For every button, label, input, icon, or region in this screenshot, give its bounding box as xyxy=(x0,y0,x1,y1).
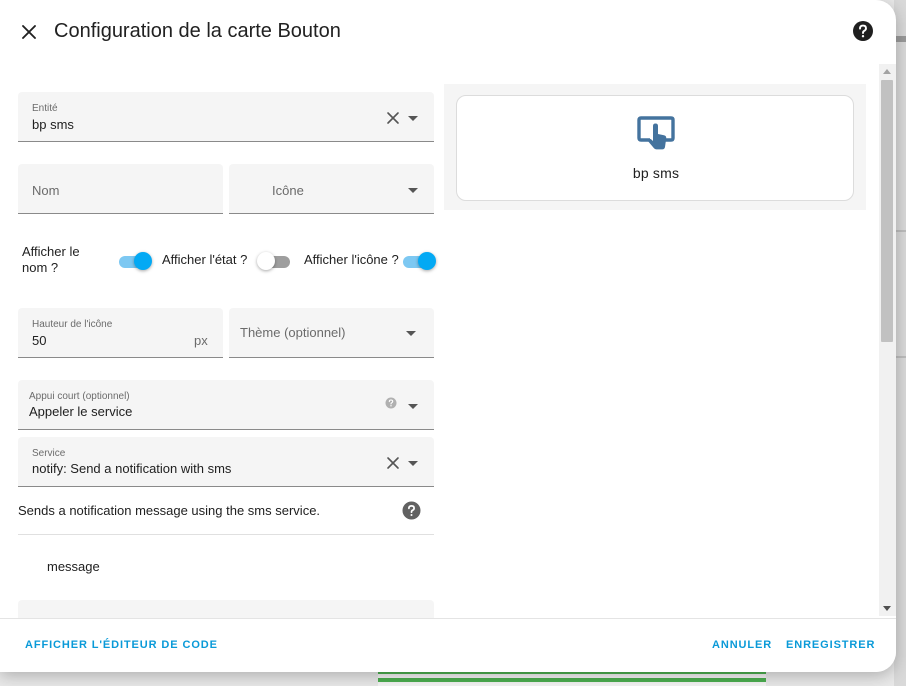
tap-action-value: Appeler le service xyxy=(29,404,133,419)
service-label: Service xyxy=(32,448,66,459)
scrollbar-thumb[interactable] xyxy=(881,80,893,342)
show-state-label: Afficher l'état ? xyxy=(162,252,248,267)
dialog-content[interactable]: Entité bp sms Nom Icône Afficher le nom … xyxy=(0,62,896,618)
icon-height-value: 50 xyxy=(32,333,47,348)
entity-picker[interactable]: Entité bp sms xyxy=(18,92,434,142)
message-field[interactable] xyxy=(18,600,434,618)
close-icon xyxy=(22,25,36,39)
theme-placeholder: Thème (optionnel) xyxy=(240,325,346,340)
show-name-toggle[interactable] xyxy=(116,251,152,271)
chevron-down-icon[interactable] xyxy=(406,331,416,336)
entity-label: Entité xyxy=(32,103,58,114)
cancel-button[interactable]: ANNULER xyxy=(712,639,772,651)
chevron-down-icon[interactable] xyxy=(408,404,418,409)
save-button[interactable]: ENREGISTRER xyxy=(786,639,875,651)
background-progress xyxy=(378,670,766,686)
dialog-footer: AFFICHER L'ÉDITEUR DE CODE ANNULER ENREG… xyxy=(0,618,896,672)
tap-action-select[interactable]: Appui court (optionnel) Appeler le servi… xyxy=(18,380,434,430)
card-preview: bp sms xyxy=(444,84,866,210)
button-card-name: bp sms xyxy=(632,165,680,181)
help-circle-icon[interactable] xyxy=(385,397,397,409)
card-config-dialog: Configuration de la carte Bouton Entité … xyxy=(0,0,896,672)
close-button[interactable] xyxy=(14,17,44,47)
show-icon-label: Afficher l'icône ? xyxy=(304,252,399,267)
show-code-editor-button[interactable]: AFFICHER L'ÉDITEUR DE CODE xyxy=(25,639,218,651)
service-value: notify: Send a notification with sms xyxy=(32,461,232,476)
clear-icon[interactable] xyxy=(386,111,400,125)
message-param-label: message xyxy=(47,559,100,574)
button-card[interactable]: bp sms xyxy=(456,95,854,201)
service-picker[interactable]: Service notify: Send a notification with… xyxy=(18,437,434,487)
icon-placeholder: Icône xyxy=(272,183,304,198)
divider xyxy=(18,534,434,535)
scroll-up-icon[interactable] xyxy=(883,69,891,74)
show-icon-toggle[interactable] xyxy=(400,251,436,271)
gesture-tap-button-icon xyxy=(637,116,675,150)
icon-height-label: Hauteur de l'icône xyxy=(32,319,113,330)
show-name-label: Afficher le nom ? xyxy=(22,244,80,275)
scrollbar[interactable] xyxy=(879,64,896,616)
icon-height-suffix: px xyxy=(194,333,208,348)
service-description: Sends a notification message using the s… xyxy=(18,503,321,518)
chevron-down-icon[interactable] xyxy=(408,116,418,121)
tap-action-label: Appui court (optionnel) xyxy=(29,391,130,402)
help-button[interactable] xyxy=(852,20,874,42)
icon-height-field[interactable]: Hauteur de l'icône 50 px xyxy=(18,308,223,358)
scroll-down-icon[interactable] xyxy=(883,606,891,611)
name-field[interactable]: Nom xyxy=(18,164,223,214)
show-state-toggle[interactable] xyxy=(257,251,293,271)
clear-icon[interactable] xyxy=(386,456,400,470)
chevron-down-icon[interactable] xyxy=(408,461,418,466)
name-placeholder: Nom xyxy=(32,183,60,198)
icon-picker[interactable]: Icône xyxy=(229,164,434,214)
theme-select[interactable]: Thème (optionnel) xyxy=(229,308,434,358)
help-circle-icon[interactable] xyxy=(402,501,421,520)
chevron-down-icon[interactable] xyxy=(408,188,418,193)
dialog-header: Configuration de la carte Bouton xyxy=(0,0,896,62)
help-circle-icon xyxy=(853,21,873,41)
entity-value: bp sms xyxy=(32,117,74,132)
dialog-title: Configuration de la carte Bouton xyxy=(54,20,341,42)
